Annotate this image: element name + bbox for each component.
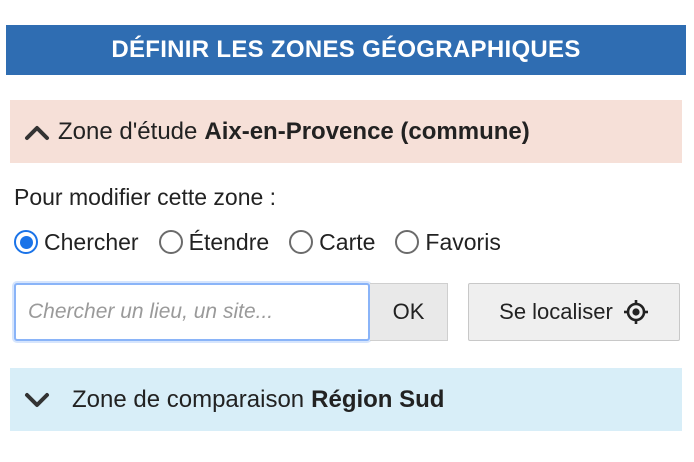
chevron-up-icon [20,115,54,149]
locate-label: Se localiser [499,299,613,324]
zone-etude-toggle[interactable]: Zone d'étude Aix-en-Provence (commune) [10,100,682,163]
instruction-text: Pour modifier cette zone : [14,184,277,210]
radio-carte[interactable]: Carte [289,229,375,256]
radio-label: Carte [319,228,376,255]
ok-button[interactable]: OK [370,283,448,341]
radio-label: Favoris [425,228,501,255]
radio-button-checked[interactable] [14,230,38,254]
radio-label: Chercher [44,228,139,255]
zone-etude-label: Zone d'étude [58,117,198,145]
chevron-down-icon [20,383,54,417]
radio-favoris[interactable]: Favoris [395,228,501,256]
zone-comparaison-label: Zone de comparaison [72,385,305,413]
radio-etendre[interactable]: Étendre [158,228,270,256]
radio-chercher[interactable]: Chercher [14,229,139,256]
radio-button[interactable] [158,230,183,254]
radio-label: Étendre [188,228,270,255]
zone-comparaison-toggle[interactable]: Zone de comparaison Région Sud [10,368,682,431]
page-title: DÉFINIR LES ZONES GÉOGRAPHIQUES [6,25,686,75]
crosshair-icon [623,299,649,325]
radio-button[interactable] [395,230,420,254]
search-input[interactable] [14,283,370,341]
mode-radio-group: Chercher Étendre Carte Favoris [14,225,521,259]
radio-button[interactable] [289,230,314,254]
zone-comparaison-name: Région Sud [311,385,445,413]
locate-button[interactable]: Se localiser [468,283,680,341]
zone-etude-name: Aix-en-Provence (commune) [204,117,530,145]
